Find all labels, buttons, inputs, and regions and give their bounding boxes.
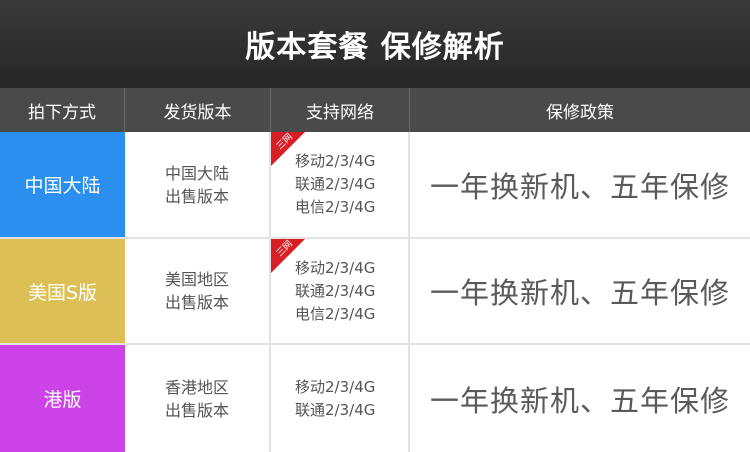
policy-text: 一年换新机、五年保修 — [429, 169, 730, 204]
page-title: 版本套餐 保修解析 — [245, 30, 505, 65]
version-line: 出售版本 — [164, 186, 229, 206]
networks-cell: 三网 移动2/3/4G 联通2/3/4G 电信2/3/4G — [271, 239, 410, 343]
policy-text: 一年换新机、五年保修 — [429, 276, 730, 310]
network-item: 移动2/3/4G — [295, 258, 376, 277]
network-item: 电信2/3/4G — [295, 198, 376, 216]
region-cell-us: 美国S版 — [0, 239, 125, 343]
table-row-mainland: 中国大陆 中国大陆 出售版本 三网 移动2/3/4G 联通2/3/4G 电信2/… — [0, 132, 750, 239]
version-cell: 香港地区 出售版本 — [125, 345, 271, 452]
region-label: 中国大陆 — [24, 175, 101, 197]
region-cell-mainland: 中国大陆 — [0, 132, 125, 237]
table-row-hk: 港版 香港地区 出售版本 移动2/3/4G 联通2/3/4G 一年换新机、五年保… — [0, 345, 750, 452]
column-header-supported-networks: 支持网络 — [271, 88, 410, 132]
version-line: 香港地区 — [164, 377, 229, 397]
banner-header: 版本套餐 保修解析 — [0, 0, 750, 88]
network-item: 联通2/3/4G — [295, 281, 376, 300]
version-line: 出售版本 — [164, 293, 229, 312]
version-cell: 美国地区 出售版本 — [125, 239, 271, 343]
version-line: 美国地区 — [164, 270, 229, 289]
column-header-warranty-policy: 保修政策 — [546, 102, 614, 123]
policy-cell: 一年换新机、五年保修 — [410, 132, 750, 237]
ribbon-label: 三网 — [275, 239, 295, 259]
version-cell: 中国大陆 出售版本 — [125, 132, 271, 237]
policy-cell: 一年换新机、五年保修 — [410, 345, 750, 452]
column-header-shipping-version: 发货版本 — [125, 88, 271, 132]
region-cell-hk: 港版 — [0, 345, 125, 452]
network-item: 移动2/3/4G — [295, 152, 376, 170]
region-label: 美国S版 — [27, 281, 98, 304]
region-label: 港版 — [43, 389, 82, 411]
table-row-us: 美国S版 美国地区 出售版本 三网 移动2/3/4G 联通2/3/4G 电信2/… — [0, 239, 750, 345]
version-line: 中国大陆 — [164, 163, 229, 183]
policy-cell: 一年换新机、五年保修 — [410, 239, 750, 343]
network-item: 电信2/3/4G — [295, 304, 376, 323]
three-network-ribbon: 三网 — [271, 239, 307, 275]
column-header-row: 拍下方式 发货版本 支持网络 保修政策 — [0, 88, 750, 132]
column-header-purchase-method: 拍下方式 — [0, 88, 125, 132]
version-line: 出售版本 — [164, 400, 229, 420]
network-item: 联通2/3/4G — [295, 400, 376, 419]
network-item: 移动2/3/4G — [295, 377, 376, 396]
networks-cell: 三网 移动2/3/4G 联通2/3/4G 电信2/3/4G — [271, 132, 410, 237]
ribbon-label: 三网 — [275, 132, 295, 152]
three-network-ribbon: 三网 — [271, 132, 307, 168]
policy-text: 一年换新机、五年保修 — [429, 383, 730, 418]
networks-cell: 移动2/3/4G 联通2/3/4G — [271, 345, 410, 452]
network-item: 联通2/3/4G — [295, 175, 376, 193]
